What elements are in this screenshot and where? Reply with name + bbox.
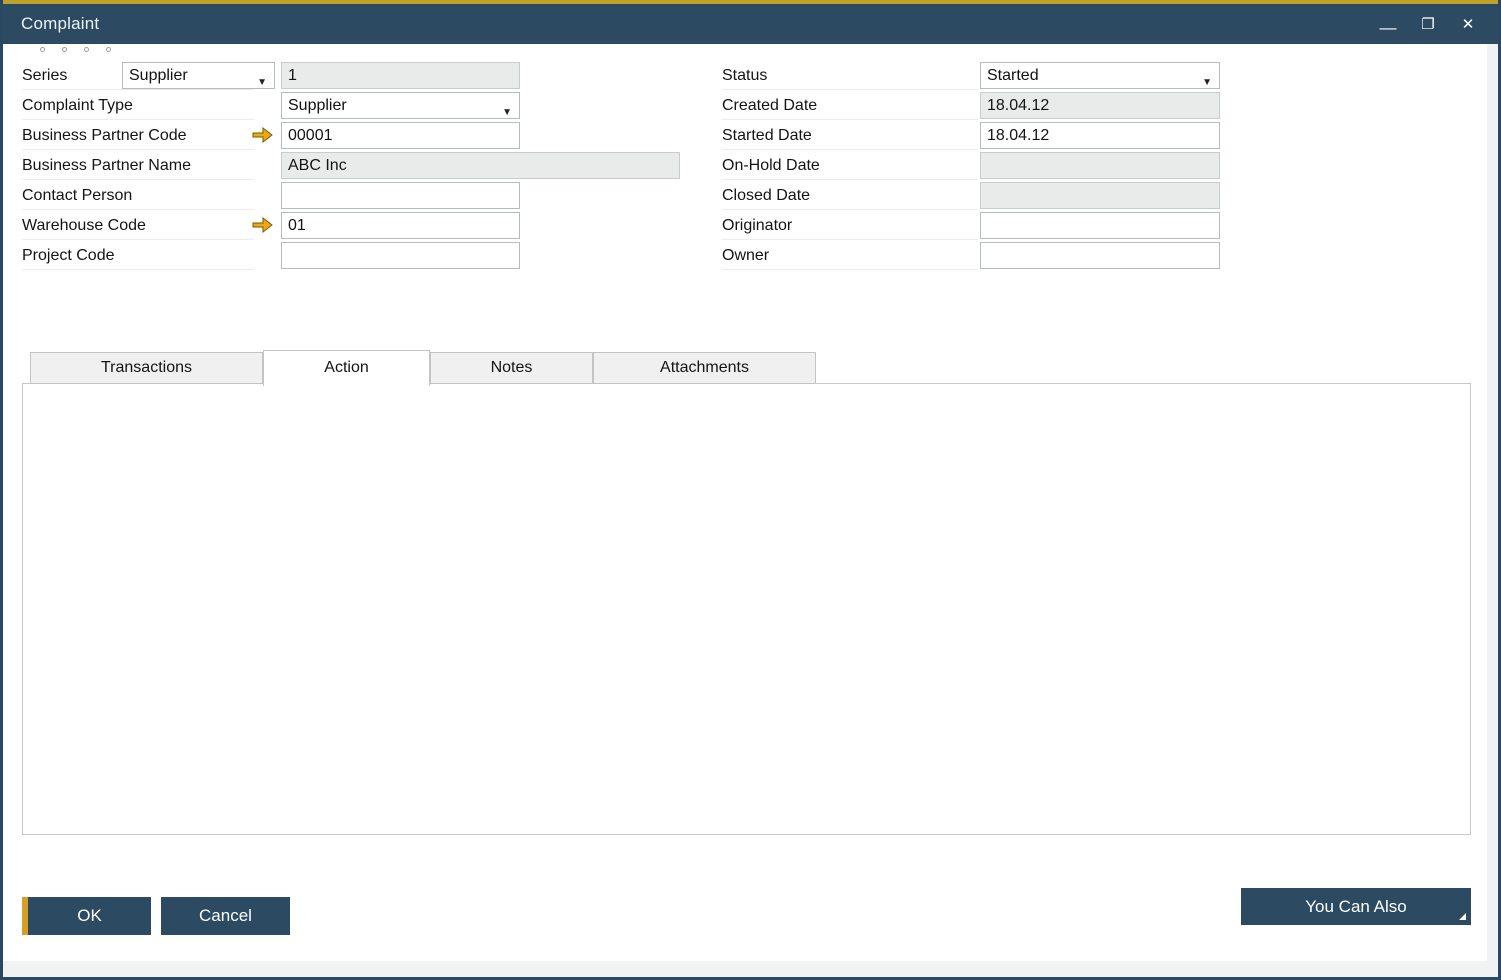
close-button[interactable]: ✕ [1453, 9, 1483, 39]
contact-person-row: Contact Person [22, 182, 702, 212]
header-form-left: Series Supplier ▼ Complaint Type Supplie… [22, 62, 702, 272]
cancel-button[interactable]: Cancel [161, 897, 290, 935]
action-tab-panel [22, 383, 1471, 835]
bp-name-label: Business Partner Name [22, 152, 254, 180]
link-arrow-icon[interactable] [252, 217, 274, 235]
onhold-date-field[interactable] [980, 152, 1220, 179]
window-controls: — ❐ ✕ [1373, 4, 1483, 44]
project-code-row: Project Code [22, 242, 702, 272]
close-icon: ✕ [1462, 16, 1475, 33]
owner-field[interactable] [980, 242, 1220, 269]
tab-transactions[interactable]: Transactions [30, 352, 263, 384]
closed-date-field[interactable] [980, 182, 1220, 209]
originator-label: Originator [722, 212, 978, 240]
header-form-right: Status Started ▼ Created Date Started Da… [722, 62, 1222, 272]
project-code-label: Project Code [22, 242, 254, 270]
window-titlebar[interactable]: Complaint — ❐ ✕ [0, 4, 1501, 44]
closed-date-row: Closed Date [722, 182, 1222, 212]
bp-name-row: Business Partner Name [22, 152, 702, 182]
created-date-label: Created Date [722, 92, 978, 120]
bp-name-field[interactable] [281, 152, 680, 179]
inner-margin-right [1487, 44, 1498, 977]
series-row: Series Supplier ▼ [22, 62, 702, 92]
complaint-type-row: Complaint Type Supplier ▼ [22, 92, 702, 122]
created-date-row: Created Date [722, 92, 1222, 122]
you-can-also-button[interactable]: You Can Also [1241, 888, 1471, 925]
series-number-field[interactable] [281, 62, 520, 89]
originator-field[interactable] [980, 212, 1220, 239]
complaint-type-label: Complaint Type [22, 92, 254, 120]
corner-triangle-icon [1459, 913, 1466, 920]
window-border-left [0, 0, 3, 980]
inner-margin-bottom [3, 961, 1498, 977]
warehouse-code-row: Warehouse Code [22, 212, 702, 242]
owner-label: Owner [722, 242, 978, 270]
started-date-label: Started Date [722, 122, 978, 150]
series-select[interactable]: Supplier ▼ [122, 62, 275, 89]
grip-dots [40, 47, 111, 52]
tab-bar: Transactions Action Notes Attachments [30, 350, 816, 386]
started-date-row: Started Date [722, 122, 1222, 152]
minimize-icon: — [1380, 18, 1397, 37]
maximize-button[interactable]: ❐ [1413, 9, 1443, 39]
ok-button[interactable]: OK [22, 897, 151, 935]
status-select[interactable]: Started ▼ [980, 62, 1220, 89]
tab-attachments[interactable]: Attachments [593, 352, 816, 384]
status-label: Status [722, 62, 978, 90]
onhold-date-label: On-Hold Date [722, 152, 978, 180]
minimize-button[interactable]: — [1373, 9, 1403, 39]
bp-code-label: Business Partner Code [22, 122, 254, 150]
contact-person-label: Contact Person [22, 182, 254, 210]
created-date-field[interactable] [980, 92, 1220, 119]
link-arrow-icon[interactable] [252, 127, 274, 145]
warehouse-code-field[interactable] [281, 212, 520, 239]
onhold-date-row: On-Hold Date [722, 152, 1222, 182]
window-accent-line [0, 0, 1501, 4]
maximize-icon: ❐ [1421, 16, 1434, 33]
bp-code-field[interactable] [281, 122, 520, 149]
tab-action[interactable]: Action [263, 350, 430, 386]
complaint-window: Complaint — ❐ ✕ Series Supplier ▼ [0, 0, 1501, 980]
bp-code-row: Business Partner Code [22, 122, 702, 152]
started-date-field[interactable] [980, 122, 1220, 149]
tab-notes[interactable]: Notes [430, 352, 593, 384]
complaint-type-select[interactable]: Supplier ▼ [281, 92, 520, 119]
originator-row: Originator [722, 212, 1222, 242]
contact-person-field[interactable] [281, 182, 520, 209]
warehouse-code-label: Warehouse Code [22, 212, 254, 240]
closed-date-label: Closed Date [722, 182, 978, 210]
window-title: Complaint [21, 14, 99, 34]
project-code-field[interactable] [281, 242, 520, 269]
owner-row: Owner [722, 242, 1222, 272]
status-row: Status Started ▼ [722, 62, 1222, 92]
